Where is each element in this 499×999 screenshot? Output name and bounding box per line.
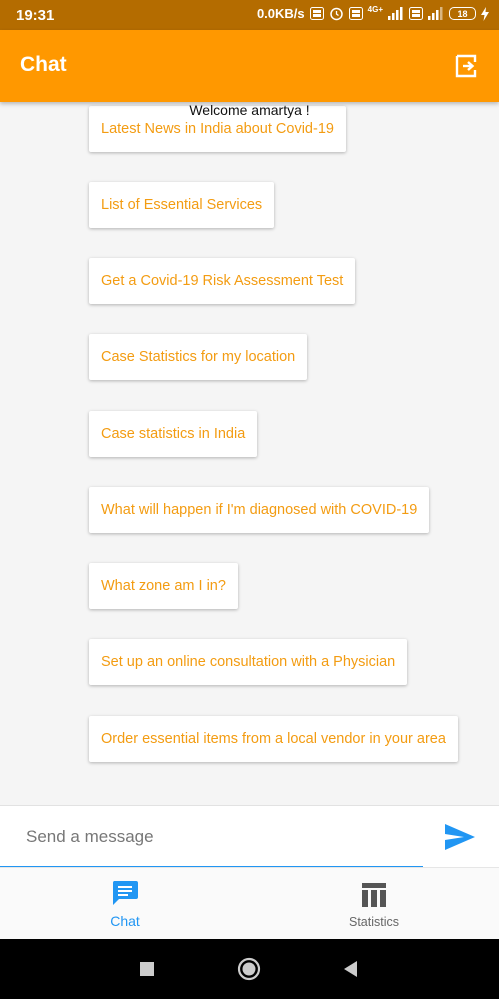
- suggestion-chip[interactable]: Case Statistics for my location: [89, 334, 308, 380]
- logout-icon[interactable]: [453, 52, 481, 80]
- system-nav-bar: [0, 939, 499, 999]
- message-input-bar: [0, 805, 499, 868]
- signal-icon: [388, 7, 403, 20]
- volte-icon: [309, 7, 324, 20]
- charging-icon: [481, 6, 489, 21]
- nav-chat-label: Chat: [110, 913, 140, 929]
- welcome-message: Welcome amartya !: [189, 102, 310, 118]
- statistics-icon: [362, 883, 386, 907]
- signal-icon: [428, 7, 443, 20]
- nav-statistics-tab[interactable]: Statistics: [314, 880, 434, 929]
- chat-area: Welcome amartya ! Latest News in India a…: [0, 102, 499, 805]
- suggestion-chip[interactable]: List of Essential Services: [89, 182, 275, 228]
- back-icon[interactable]: [339, 957, 363, 981]
- network-type: 4G+: [367, 5, 383, 14]
- suggestion-chip[interactable]: Get a Covid-19 Risk Assessment Test: [89, 258, 356, 304]
- message-input[interactable]: [26, 820, 422, 854]
- status-time: 19:31: [16, 7, 55, 24]
- bottom-nav: Chat Statistics: [0, 867, 499, 939]
- volte-icon: [409, 7, 423, 20]
- app-bar: Chat: [0, 30, 499, 102]
- suggestion-chip[interactable]: Case statistics in India: [89, 411, 258, 457]
- recents-icon[interactable]: [135, 957, 159, 981]
- volte-icon: [348, 7, 363, 20]
- status-bar: 19:31 0.0KB/s 4G+ 18: [0, 0, 499, 30]
- nav-chat-tab[interactable]: Chat: [65, 880, 185, 929]
- home-icon[interactable]: [237, 957, 261, 981]
- nav-statistics-label: Statistics: [348, 915, 399, 929]
- suggestion-chip[interactable]: Order essential items from a local vendo…: [89, 716, 458, 762]
- suggestion-chip[interactable]: What will happen if I'm diagnosed with C…: [89, 487, 430, 533]
- battery-level: 18: [457, 8, 468, 19]
- status-icons: 0.0KB/s 4G+ 18: [256, 5, 489, 21]
- alarm-icon: [329, 7, 343, 21]
- app-title: Chat: [20, 53, 67, 76]
- chat-icon: [112, 881, 138, 905]
- network-speed: 0.0KB/s: [256, 6, 305, 21]
- send-icon[interactable]: [444, 823, 476, 851]
- battery-icon: 18: [449, 7, 476, 20]
- suggestion-chip[interactable]: What zone am I in?: [89, 563, 238, 609]
- suggestion-chip[interactable]: Set up an online consultation with a Phy…: [89, 639, 408, 685]
